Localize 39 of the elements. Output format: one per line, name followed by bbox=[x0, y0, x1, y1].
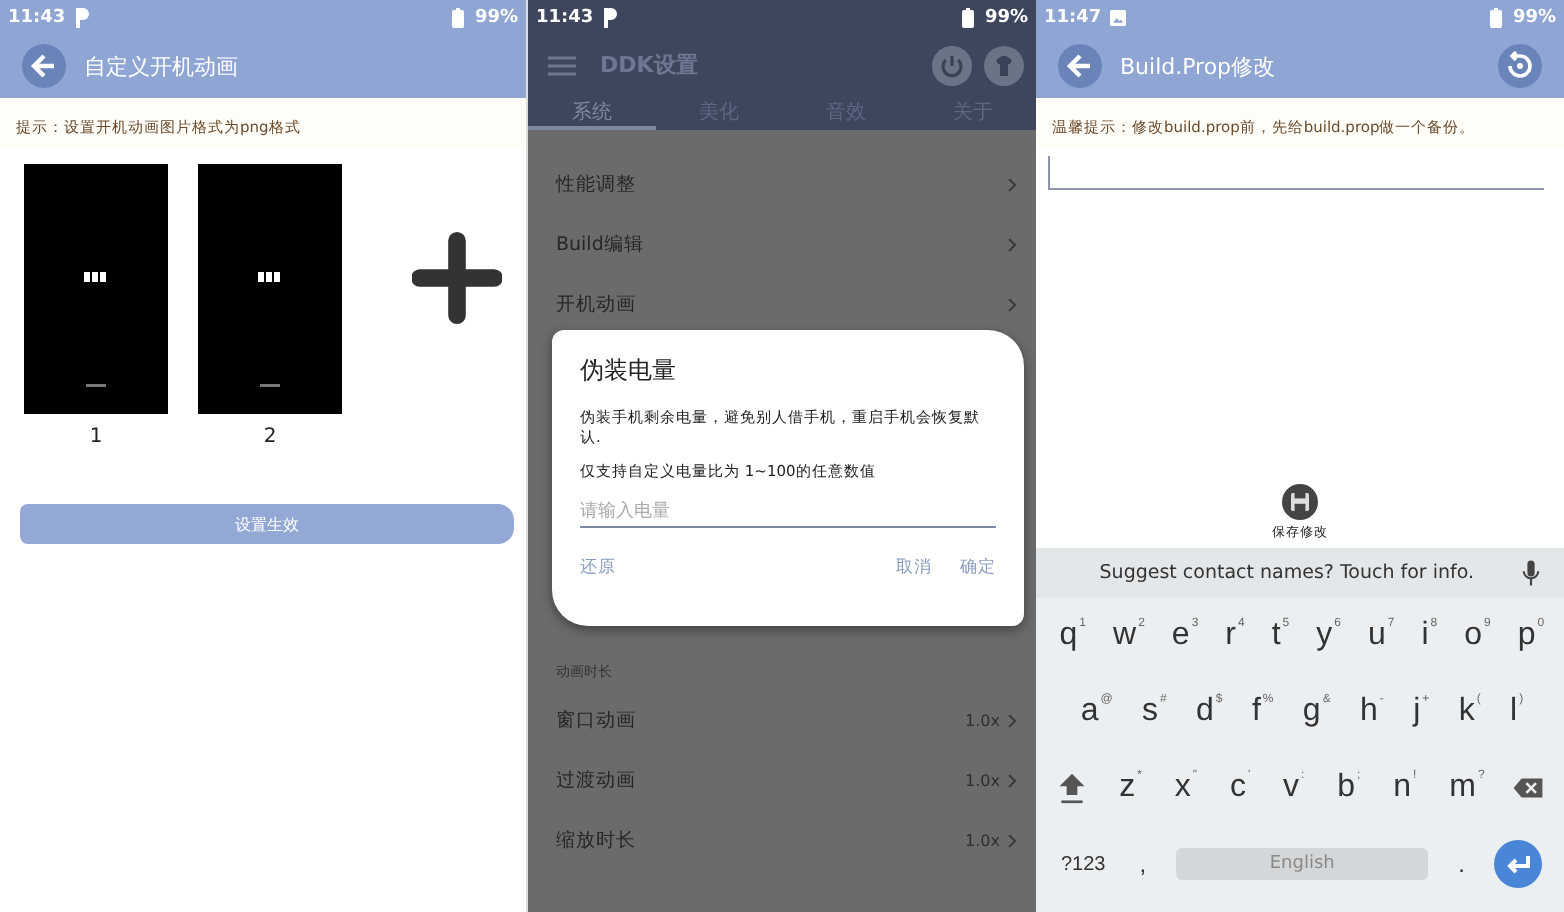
comma-key[interactable]: , bbox=[1135, 850, 1151, 878]
battery-icon bbox=[450, 7, 467, 27]
battery-icon bbox=[1488, 7, 1505, 27]
chevron-icon bbox=[1008, 713, 1016, 727]
image-icon bbox=[1109, 7, 1126, 27]
chevron-icon bbox=[1008, 297, 1016, 311]
battery-level: 99% bbox=[474, 7, 518, 27]
status-time: 11:43 bbox=[8, 7, 66, 27]
chevron-icon bbox=[1008, 833, 1016, 847]
chevron-icon bbox=[1008, 773, 1016, 787]
menu-icon[interactable] bbox=[548, 55, 576, 75]
parking-icon bbox=[73, 7, 90, 27]
battery-icon bbox=[960, 7, 977, 27]
battery-level: 99% bbox=[1512, 7, 1556, 27]
screen-title: 自定义开机动画 bbox=[84, 51, 238, 81]
period-key[interactable]: . bbox=[1454, 850, 1469, 878]
back-button[interactable] bbox=[1056, 42, 1104, 90]
symbols-key[interactable]: ?123 bbox=[1057, 853, 1110, 875]
dialog-title: 伪装电量 bbox=[580, 354, 678, 388]
shift-icon[interactable] bbox=[1056, 772, 1089, 804]
chevron-icon bbox=[1008, 177, 1016, 191]
frame-number: 1 bbox=[89, 426, 103, 448]
backspace-icon[interactable] bbox=[1511, 772, 1544, 804]
add-icon[interactable] bbox=[412, 232, 502, 324]
status-time: 11:43 bbox=[536, 7, 594, 27]
input-field[interactable]: 请输入电量 bbox=[580, 498, 996, 529]
power-icon[interactable] bbox=[932, 45, 972, 85]
restore-icon[interactable] bbox=[1496, 42, 1544, 90]
chevron-icon bbox=[1008, 237, 1016, 251]
parking-icon bbox=[601, 7, 618, 27]
enter-icon[interactable] bbox=[1494, 840, 1543, 888]
screen-title: Build.Prop修改 bbox=[1120, 51, 1276, 81]
status-time: 11:47 bbox=[1044, 7, 1102, 27]
back-button[interactable] bbox=[20, 42, 68, 90]
microphone-icon[interactable] bbox=[1522, 560, 1540, 586]
save-icon[interactable] bbox=[1282, 484, 1318, 520]
battery-level: 99% bbox=[984, 7, 1028, 27]
shirt-icon[interactable] bbox=[984, 45, 1024, 85]
frame-number: 2 bbox=[263, 426, 277, 448]
